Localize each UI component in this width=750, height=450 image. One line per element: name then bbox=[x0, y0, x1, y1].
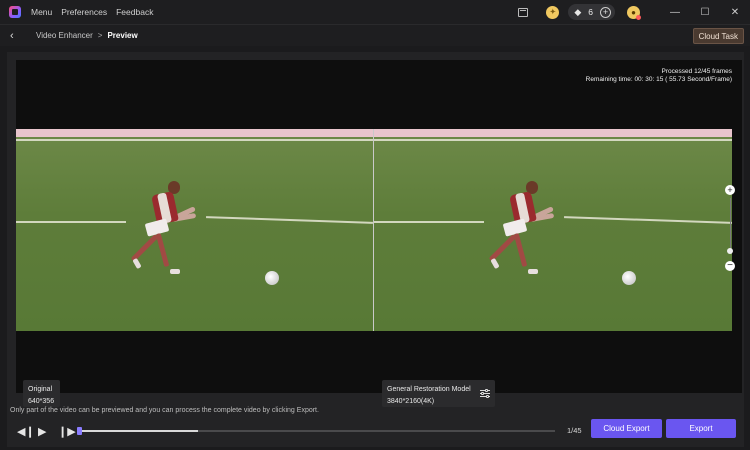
breadcrumb-parent[interactable]: Video Enhancer bbox=[36, 31, 93, 40]
zoom-control: + − bbox=[724, 185, 736, 271]
app-logo-icon bbox=[9, 6, 21, 18]
previous-frame-icon[interactable]: ◀❙ bbox=[17, 425, 35, 438]
export-button[interactable]: Export bbox=[666, 419, 736, 438]
minimize-icon[interactable]: — bbox=[660, 0, 690, 24]
chevron-left-icon[interactable]: ‹ bbox=[10, 30, 20, 42]
zoom-slider-track[interactable] bbox=[729, 198, 731, 251]
play-icon[interactable]: ▶ bbox=[38, 425, 46, 438]
timeline-progress bbox=[79, 430, 198, 432]
title-bar: Menu Preferences Feedback ✦ ◆ 6 + ● — ☐ … bbox=[0, 0, 750, 24]
menu-item-feedback[interactable]: Feedback bbox=[116, 7, 153, 17]
task-list-icon[interactable] bbox=[518, 7, 529, 17]
plus-icon[interactable]: + bbox=[600, 6, 611, 18]
model-title: General Restoration Model bbox=[387, 386, 471, 393]
video-preview: Processed 12/45 frames Remaining time: 0… bbox=[16, 60, 742, 407]
diamond-icon: ◆ bbox=[574, 6, 582, 17]
cloud-task-button[interactable]: Cloud Task bbox=[692, 28, 744, 44]
maximize-icon[interactable]: ☐ bbox=[690, 0, 720, 24]
zoom-in-icon[interactable]: + bbox=[725, 185, 735, 195]
ball bbox=[622, 271, 636, 285]
ball bbox=[265, 271, 279, 285]
processing-status: Processed 12/45 frames Remaining time: 0… bbox=[586, 68, 732, 84]
model-resolution: 3840*2160(4K) bbox=[387, 398, 435, 405]
timeline[interactable] bbox=[77, 427, 555, 435]
frame-counter: 1/45 bbox=[567, 426, 582, 435]
original-video-frame bbox=[16, 129, 373, 331]
zoom-slider-handle[interactable] bbox=[727, 248, 733, 254]
user-icon[interactable]: ● bbox=[627, 5, 641, 20]
menu-item-preferences[interactable]: Preferences bbox=[61, 7, 107, 17]
breadcrumb-separator: > bbox=[97, 31, 103, 40]
credit-count: 6 bbox=[588, 7, 593, 17]
playhead[interactable] bbox=[77, 427, 82, 435]
zoom-out-icon[interactable]: − bbox=[725, 261, 735, 271]
model-label: General Restoration Model 3840*2160(4K) bbox=[382, 380, 495, 407]
preview-notice: Only part of the video can be previewed … bbox=[10, 407, 319, 414]
credits-badge[interactable]: ◆ 6 + bbox=[568, 4, 615, 20]
enhanced-video-frame bbox=[374, 129, 732, 331]
cloud-export-button[interactable]: Cloud Export bbox=[591, 419, 662, 438]
next-frame-icon[interactable]: ❙▶ bbox=[58, 425, 76, 438]
breadcrumb: ‹ Video Enhancer > Preview Cloud Task bbox=[0, 24, 750, 46]
processed-frames: Processed 12/45 frames bbox=[661, 68, 732, 75]
coin-icon[interactable]: ✦ bbox=[546, 5, 560, 19]
menu-item-menu[interactable]: Menu bbox=[31, 7, 52, 17]
original-label: Original 640*356 bbox=[23, 380, 60, 407]
preview-panel: Processed 12/45 frames Remaining time: 0… bbox=[7, 52, 744, 447]
sliders-icon[interactable] bbox=[480, 389, 490, 398]
original-title: Original bbox=[28, 386, 53, 393]
remaining-time: Remaining time: 00: 30: 15 ( 55.73 Secon… bbox=[585, 76, 732, 83]
playback-controls: ◀❙ ▶ ❙▶ 1/45 Cloud Export Export bbox=[7, 417, 744, 447]
breadcrumb-current: Preview bbox=[107, 31, 138, 40]
close-icon[interactable]: ✕ bbox=[720, 0, 750, 24]
